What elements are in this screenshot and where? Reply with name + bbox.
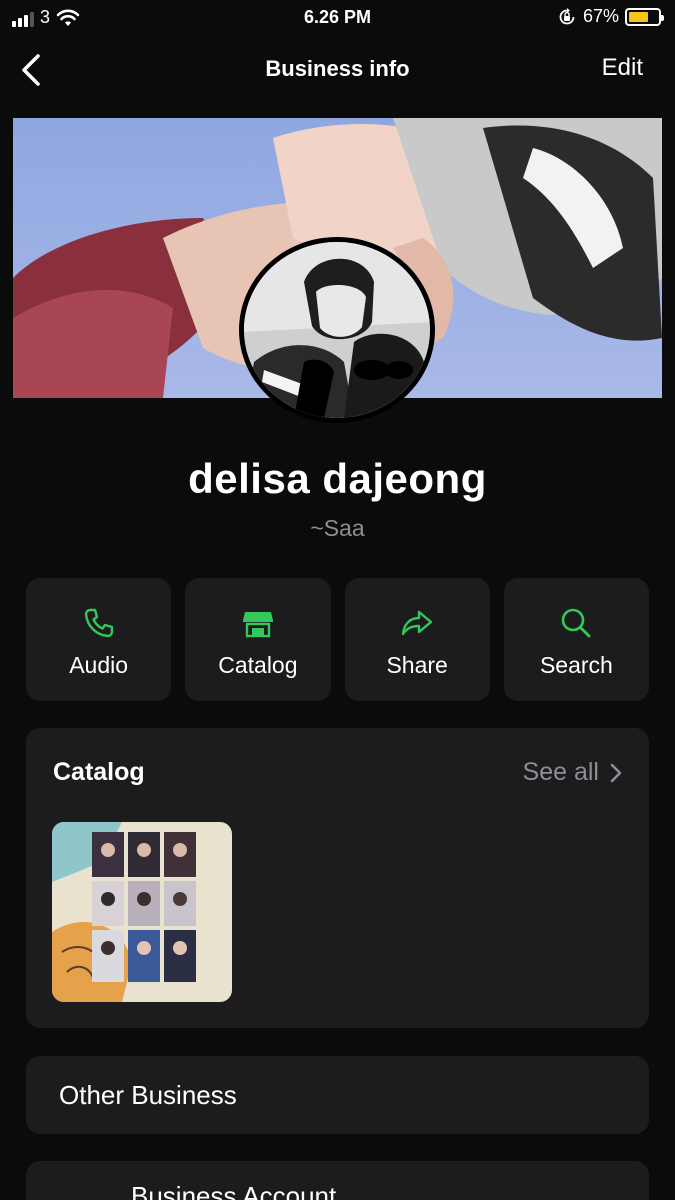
- status-bar: 3 6.26 PM 67%: [0, 0, 675, 36]
- share-label: Share: [386, 652, 448, 678]
- catalog-item-thumbnail[interactable]: [52, 822, 232, 1002]
- profile-name: delisa dajeong: [188, 455, 487, 502]
- page-title: Business info: [265, 56, 410, 81]
- phone-icon: [82, 606, 116, 640]
- business-account-label: Business Account: [131, 1181, 337, 1200]
- storefront-icon: [241, 606, 275, 640]
- search-label: Search: [539, 652, 613, 678]
- nav-bar: Business info Edit: [0, 40, 675, 100]
- catalog-button[interactable]: Catalog: [185, 578, 331, 701]
- see-all-link[interactable]: See all: [523, 758, 623, 787]
- share-arrow-icon: [400, 606, 434, 640]
- battery-icon: [625, 7, 664, 26]
- edit-button[interactable]: Edit: [602, 54, 643, 82]
- battery-fill: [629, 11, 648, 22]
- other-business-label: Other Business: [59, 1080, 237, 1110]
- share-button[interactable]: Share: [344, 578, 490, 701]
- audio-call-button[interactable]: Audio: [26, 578, 172, 701]
- catalog-label: Catalog: [218, 652, 298, 678]
- see-all-label: See all: [522, 758, 599, 786]
- action-buttons: Audio Catalog Share Search: [26, 578, 649, 701]
- profile-about: ~Saa: [310, 515, 365, 541]
- other-business-row[interactable]: Other Business: [26, 1056, 649, 1134]
- catalog-title: Catalog: [53, 758, 145, 786]
- search-icon: [559, 606, 593, 640]
- chevron-right-icon: [609, 762, 623, 784]
- profile-avatar[interactable]: [239, 237, 435, 423]
- rotation-lock-icon: [557, 7, 577, 27]
- search-button[interactable]: Search: [503, 578, 649, 701]
- catalog-section: Catalog See all: [26, 728, 649, 1028]
- audio-label: Audio: [69, 652, 129, 678]
- business-account-row[interactable]: Business Account: [26, 1161, 649, 1200]
- battery-percent: 67%: [582, 6, 619, 26]
